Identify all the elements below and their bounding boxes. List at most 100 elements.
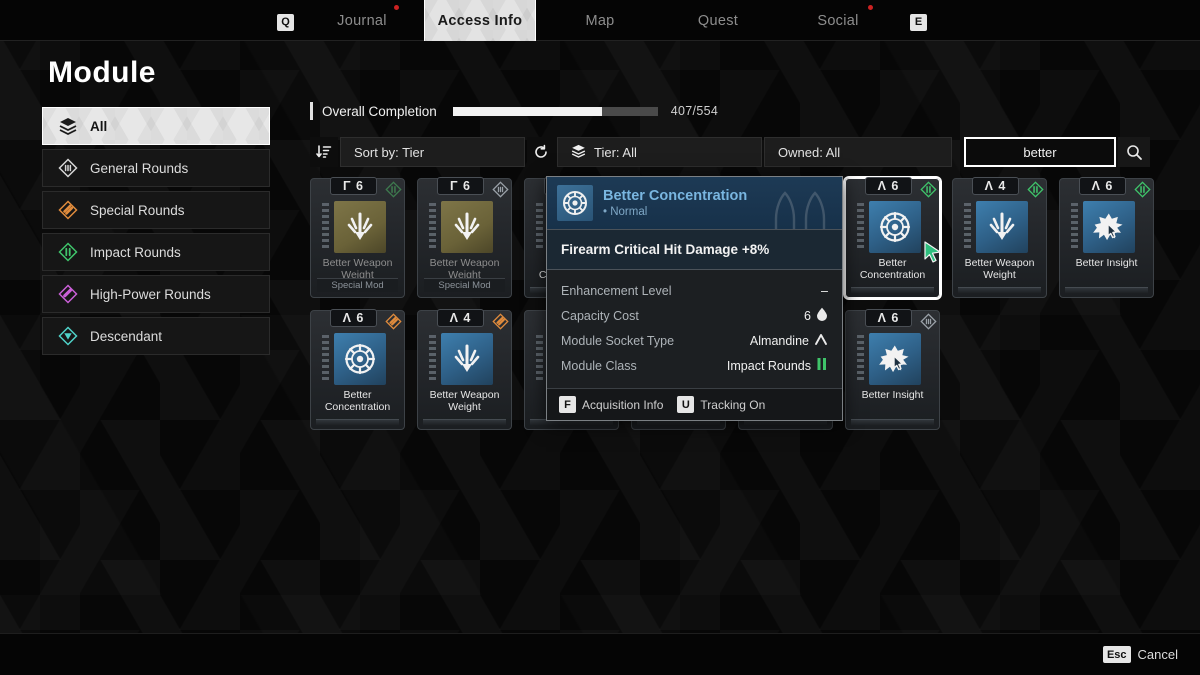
sort-descending-icon[interactable] [310,137,338,167]
notification-dot [868,5,873,10]
card-level-ladder [429,203,436,251]
overall-completion: Overall Completion 407/554 [310,100,1150,122]
module-detail-tooltip: Better Concentration • Normal Firearm Cr… [546,176,843,421]
cancel-button[interactable]: Esc Cancel [1102,646,1178,663]
concentration-icon [869,201,921,253]
impact-rounds-bars-icon [816,357,828,374]
card-tier-label: Λ 6 [865,309,912,327]
next-tab-key-label: E [910,13,927,31]
notification-dot [394,5,399,10]
sidebar-item-label: All [90,118,108,134]
card-level-ladder [322,203,329,251]
tooltip-action-acquisition-info[interactable]: F Acquisition Info [559,396,663,413]
concentration-icon [557,185,593,221]
general-rounds-icon [57,157,79,179]
category-sidebar: All General Rounds Special Rounds Impact Ro… [42,107,270,359]
module-card[interactable]: Λ 6Better Concentration [845,177,941,298]
search-input-value: better [1023,144,1057,160]
nav-tab-quest[interactable]: Quest [680,0,756,41]
tier-filter-dropdown[interactable]: Tier: All [557,137,762,167]
card-tier-label: Λ 4 [437,309,484,327]
tooltip-stat-row: Module Socket Type Almandine [561,328,828,353]
card-name: Better Insight [861,389,924,401]
module-card[interactable]: Λ 6 Better Insight [845,309,940,430]
sidebar-item-all[interactable]: All [42,107,270,145]
layers-icon [571,144,586,161]
card-level-ladder [857,335,864,383]
impact-rounds-icon [1026,180,1044,198]
module-card[interactable]: Λ 4 Better Weapon Weight [952,177,1047,298]
tooltip-stat-row: Module Class Impact Rounds [561,353,828,378]
sidebar-item-special-rounds[interactable]: Special Rounds [42,191,270,229]
reset-icon[interactable] [527,137,555,167]
descendant-icon [57,325,79,347]
card-level-ladder [964,203,971,251]
general-rounds-icon [919,312,937,330]
sort-by-dropdown[interactable]: Sort by: Tier [340,137,525,167]
action-label: Acquisition Info [582,397,664,412]
module-card[interactable]: Λ 6 Better Insight [1059,177,1154,298]
action-label: Tracking On [700,397,766,412]
prev-tab-keycap[interactable]: Q [277,12,294,31]
sidebar-item-general-rounds[interactable]: General Rounds [42,149,270,187]
nav-tab-map[interactable]: Map [560,0,640,41]
tooltip-footer: F Acquisition Info U Tracking On [547,388,842,420]
action-keycap: U [677,396,695,413]
card-name: Better Weapon Weight [429,389,500,413]
card-level-ladder [322,335,329,383]
owned-filter-dropdown[interactable]: Owned: All [764,137,952,167]
nav-tab-label: Social [817,12,859,29]
module-card[interactable]: Γ 6 Better Weapon Weight Special Mod [417,177,512,298]
card-footer-trim [423,419,506,426]
card-level-ladder [536,203,543,251]
card-name: Better Insight [1075,257,1138,269]
search-icon[interactable] [1118,137,1150,167]
tooltip-action-tracking-on[interactable]: U Tracking On [677,396,765,413]
nav-tab-label: Map [585,12,615,29]
sidebar-item-impact-rounds[interactable]: Impact Rounds [42,233,270,271]
tooltip-stat-value: – [821,283,828,298]
sidebar-item-label: Descendant [90,328,163,344]
completion-label: Overall Completion [322,103,437,119]
nav-tab-label: Access Info [437,12,523,29]
insight-icon [869,333,921,385]
filter-toolbar: Sort by: Tier Tier: All Owned: All bette… [310,137,1150,167]
impact-rounds-icon [1133,180,1151,198]
sort-by-label: Sort by: Tier [354,144,425,160]
weapon-weight-icon [976,201,1028,253]
module-card[interactable]: Λ 4 Better Weapon Weight [417,309,512,430]
nav-tab-social[interactable]: Social [800,0,876,41]
completion-progress-fill [452,106,603,116]
search-input[interactable]: better [964,137,1116,167]
action-keycap: F [559,396,576,413]
card-tier-label: Λ 4 [972,177,1019,195]
card-name: Better Concentration [324,389,391,413]
nav-tab-access-info[interactable]: Access Info [424,0,536,41]
sidebar-item-high-power-rounds[interactable]: High-Power Rounds [42,275,270,313]
card-tier-label: Γ 6 [330,177,377,195]
card-level-ladder [857,203,864,251]
sidebar-item-label: Special Rounds [90,202,185,218]
card-footer-trim [851,287,934,294]
card-subtype: Special Mod [424,278,505,292]
nav-tab-journal[interactable]: Journal [322,0,402,41]
card-tier-label: Γ 6 [437,177,484,195]
tooltip-effect: Firearm Critical Hit Damage +8% [547,229,842,270]
special-rounds-icon [384,312,402,330]
tooltip-stat-value: 6 [804,307,828,324]
card-footer-trim [958,287,1041,294]
sidebar-item-descendant[interactable]: Descendant [42,317,270,355]
special-rounds-icon [57,199,79,221]
module-card[interactable]: Γ 6 Better Weapon Weight Special Mod [310,177,405,298]
card-tier-label: Λ 6 [1079,177,1126,195]
next-tab-keycap[interactable]: E [910,12,927,31]
esc-keycap: Esc [1102,646,1131,663]
card-tier-label: Λ 6 [865,177,912,195]
high-power-rounds-icon [57,283,79,305]
tooltip-stat-key: Module Class [561,358,637,373]
module-card[interactable]: Λ 6Better Concentration [310,309,405,430]
completion-progress-bar [452,106,658,116]
bottom-action-bar: Esc Cancel [0,633,1200,675]
impact-rounds-icon [919,180,937,198]
nav-tab-label: Quest [697,12,739,29]
